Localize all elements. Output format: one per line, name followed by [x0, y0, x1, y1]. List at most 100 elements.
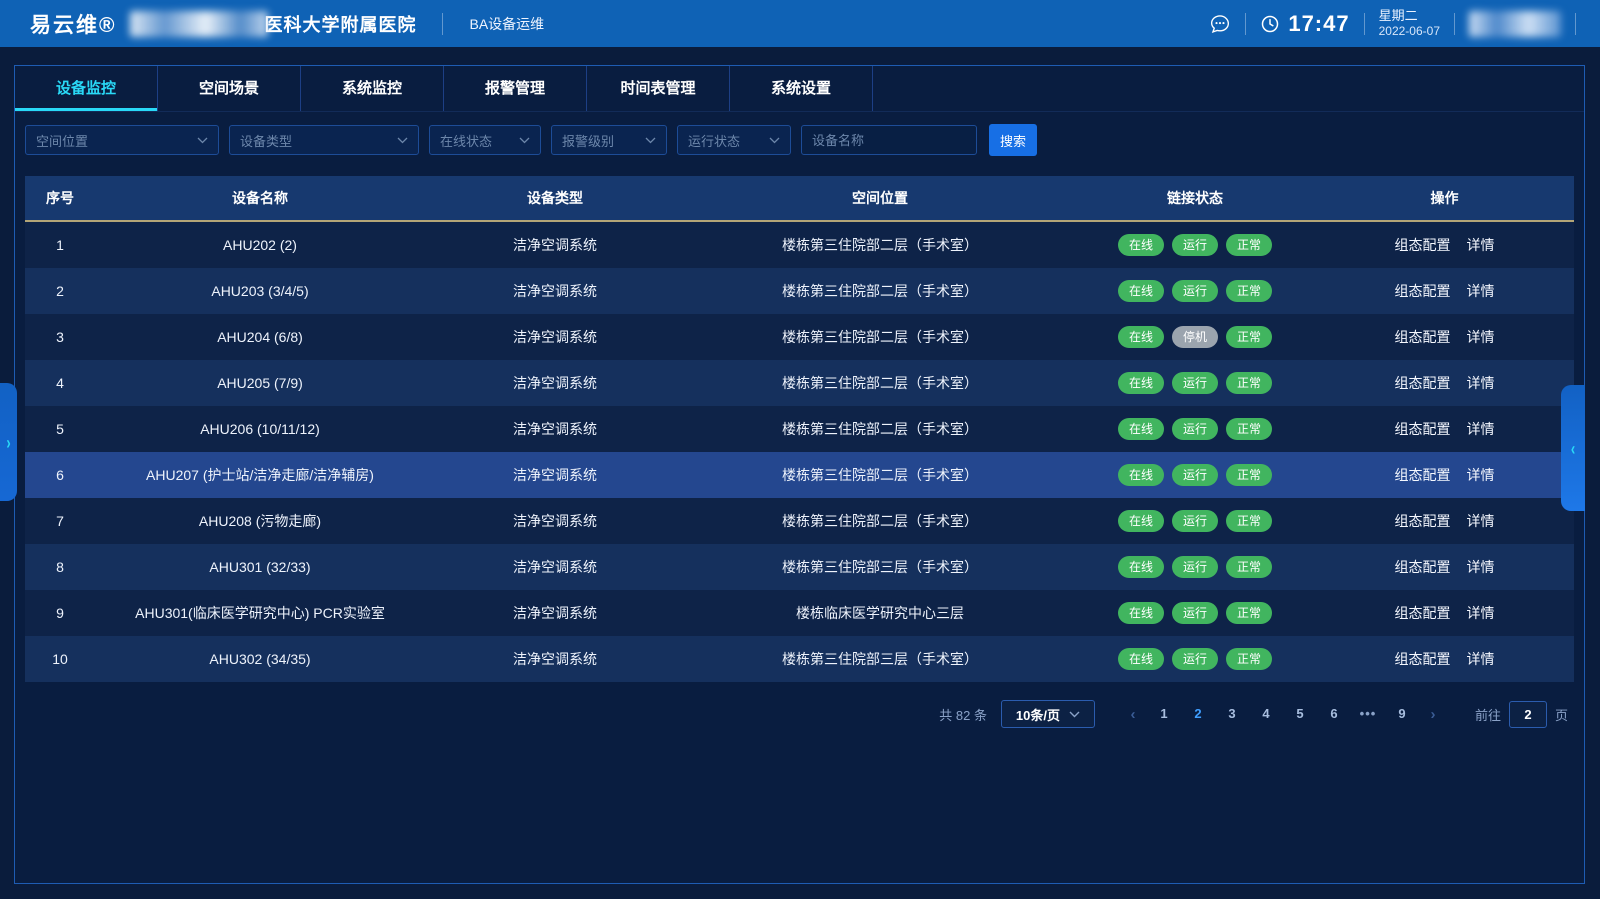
status-badge: 停机	[1172, 326, 1218, 348]
chevron-down-icon	[1069, 711, 1080, 718]
goto-page-input[interactable]	[1509, 701, 1547, 728]
detail-link[interactable]: 详情	[1467, 467, 1495, 483]
cell-actions: 组态配置详情	[1315, 465, 1574, 485]
cell-device-type: 洁净空调系统	[425, 327, 685, 347]
detail-link[interactable]: 详情	[1467, 605, 1495, 621]
table-row[interactable]: 7AHU208 (污物走廊)洁净空调系统楼栋第三住院部二层（手术室）在线运行正常…	[25, 498, 1574, 544]
page-size-select[interactable]: 10条/页	[1001, 700, 1095, 728]
status-badge: 在线	[1118, 326, 1164, 348]
select-placeholder: 报警级别	[562, 131, 614, 150]
cell-device-name: AHU207 (护士站/洁净走廊/洁净辅房)	[95, 465, 425, 485]
status-badge: 运行	[1172, 602, 1218, 624]
config-link[interactable]: 组态配置	[1395, 651, 1451, 667]
config-link[interactable]: 组态配置	[1395, 283, 1451, 299]
cell-location: 楼栋第三住院部二层（手术室）	[685, 327, 1075, 347]
prev-page-button[interactable]: ‹	[1119, 706, 1147, 723]
page-number-4[interactable]: 4	[1251, 700, 1281, 728]
cell-index: 6	[25, 467, 95, 483]
cell-actions: 组态配置详情	[1315, 281, 1574, 301]
status-badge: 在线	[1118, 648, 1164, 670]
clock-icon	[1260, 14, 1280, 34]
config-link[interactable]: 组态配置	[1395, 467, 1451, 483]
table-row[interactable]: 1AHU202 (2)洁净空调系统楼栋第三住院部二层（手术室）在线运行正常组态配…	[25, 222, 1574, 268]
detail-link[interactable]: 详情	[1467, 375, 1495, 391]
detail-link[interactable]: 详情	[1467, 329, 1495, 345]
table-row[interactable]: 2AHU203 (3/4/5)洁净空调系统楼栋第三住院部二层（手术室）在线运行正…	[25, 268, 1574, 314]
cell-device-type: 洁净空调系统	[425, 419, 685, 439]
table-row[interactable]: 6AHU207 (护士站/洁净走廊/洁净辅房)洁净空调系统楼栋第三住院部二层（手…	[25, 452, 1574, 498]
page-number-9[interactable]: 9	[1387, 700, 1417, 728]
config-link[interactable]: 组态配置	[1395, 237, 1451, 253]
tab-时间表管理[interactable]: 时间表管理	[587, 66, 730, 111]
cell-index: 3	[25, 329, 95, 345]
config-link[interactable]: 组态配置	[1395, 375, 1451, 391]
cell-index: 9	[25, 605, 95, 621]
chevron-left-icon: ‹	[1571, 438, 1575, 459]
filter-select-空间位置[interactable]: 空间位置	[25, 125, 219, 155]
tab-系统监控[interactable]: 系统监控	[301, 66, 444, 111]
cell-device-name: AHU204 (6/8)	[95, 329, 425, 345]
tab-设备监控[interactable]: 设备监控	[15, 66, 158, 111]
table-row[interactable]: 10AHU302 (34/35)洁净空调系统楼栋第三住院部三层（手术室）在线运行…	[25, 636, 1574, 682]
chevron-down-icon	[519, 137, 530, 144]
column-header-操作: 操作	[1315, 188, 1574, 208]
page-number-1[interactable]: 1	[1149, 700, 1179, 728]
config-link[interactable]: 组态配置	[1395, 329, 1451, 345]
next-page-button[interactable]: ›	[1419, 706, 1447, 723]
filter-select-在线状态[interactable]: 在线状态	[429, 125, 541, 155]
cell-device-name: AHU208 (污物走廊)	[95, 511, 425, 531]
tab-空间场景[interactable]: 空间场景	[158, 66, 301, 111]
detail-link[interactable]: 详情	[1467, 283, 1495, 299]
table-row[interactable]: 4AHU205 (7/9)洁净空调系统楼栋第三住院部二层（手术室）在线运行正常组…	[25, 360, 1574, 406]
device-name-input[interactable]	[801, 125, 977, 155]
cell-device-type: 洁净空调系统	[425, 465, 685, 485]
filter-select-运行状态[interactable]: 运行状态	[677, 125, 791, 155]
status-badge: 正常	[1226, 648, 1272, 670]
detail-link[interactable]: 详情	[1467, 421, 1495, 437]
chevron-right-icon: ›	[6, 432, 10, 453]
tab-报警管理[interactable]: 报警管理	[444, 66, 587, 111]
cell-device-type: 洁净空调系统	[425, 235, 685, 255]
cell-device-name: AHU203 (3/4/5)	[95, 283, 425, 299]
status-badge: 在线	[1118, 602, 1164, 624]
cell-index: 2	[25, 283, 95, 299]
table-row[interactable]: 3AHU204 (6/8)洁净空调系统楼栋第三住院部二层（手术室） 在线停机正常 组…	[25, 314, 1574, 360]
status-badge: 正常	[1226, 326, 1272, 348]
cell-location: 楼栋第三住院部二层（手术室）	[685, 281, 1075, 301]
page-number-6[interactable]: 6	[1319, 700, 1349, 728]
status-badge: 运行	[1172, 510, 1218, 532]
username-redacted[interactable]	[1469, 11, 1561, 37]
filter-select-报警级别[interactable]: 报警级别	[551, 125, 667, 155]
table-row[interactable]: 9AHU301(临床医学研究中心) PCR实验室洁净空调系统楼栋临床医学研究中心…	[25, 590, 1574, 636]
filter-select-设备类型[interactable]: 设备类型	[229, 125, 419, 155]
left-panel-expand-handle[interactable]: ›	[0, 383, 17, 501]
cell-actions: 组态配置详情	[1315, 511, 1574, 531]
nav-item-ba-ops[interactable]: BA设备运维	[469, 14, 544, 34]
table-row[interactable]: 5AHU206 (10/11/12)洁净空调系统楼栋第三住院部二层（手术室）在线…	[25, 406, 1574, 452]
page-number-2[interactable]: 2	[1183, 700, 1213, 728]
config-link[interactable]: 组态配置	[1395, 605, 1451, 621]
cell-link-status: 在线运行正常	[1075, 648, 1315, 670]
config-link[interactable]: 组态配置	[1395, 421, 1451, 437]
right-panel-expand-handle[interactable]: ‹	[1561, 385, 1585, 511]
cell-link-status: 在线运行正常	[1075, 510, 1315, 532]
message-icon[interactable]	[1209, 13, 1231, 35]
page-number-5[interactable]: 5	[1285, 700, 1315, 728]
config-link[interactable]: 组态配置	[1395, 513, 1451, 529]
cell-actions: 组态配置详情	[1315, 649, 1574, 669]
table-row[interactable]: 8AHU301 (32/33)洁净空调系统楼栋第三住院部三层（手术室）在线运行正…	[25, 544, 1574, 590]
tab-系统设置[interactable]: 系统设置	[730, 66, 873, 111]
page-ellipsis[interactable]: •••	[1353, 700, 1383, 728]
status-badge: 运行	[1172, 372, 1218, 394]
detail-link[interactable]: 详情	[1467, 237, 1495, 253]
config-link[interactable]: 组态配置	[1395, 559, 1451, 575]
select-placeholder: 空间位置	[36, 131, 88, 150]
page-number-3[interactable]: 3	[1217, 700, 1247, 728]
search-button[interactable]: 搜索	[989, 124, 1037, 156]
header-divider	[1245, 13, 1246, 35]
detail-link[interactable]: 详情	[1467, 651, 1495, 667]
chevron-down-icon	[769, 137, 780, 144]
detail-link[interactable]: 详情	[1467, 513, 1495, 529]
main-panel: 设备监控空间场景系统监控报警管理时间表管理系统设置 空间位置 设备类型在线状态 报警…	[14, 65, 1585, 884]
detail-link[interactable]: 详情	[1467, 559, 1495, 575]
